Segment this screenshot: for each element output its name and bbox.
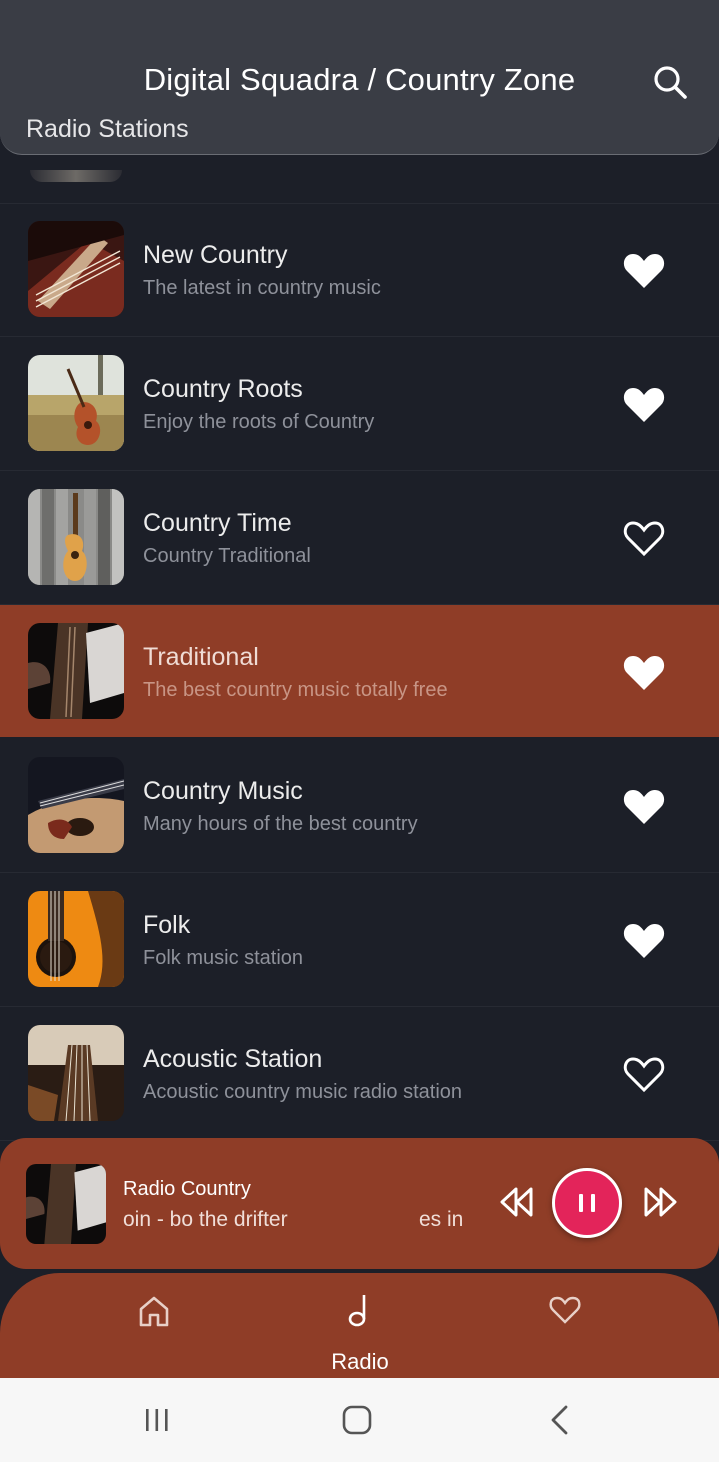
station-row-acoustic-station[interactable]: Acoustic Station Acoustic country music … [0,1007,719,1141]
app-header: Digital Squadra / Country Zone Radio Sta… [0,0,719,155]
station-thumbnail [28,1025,124,1121]
mini-player[interactable]: Radio Country oin - bo the drifter es in [0,1138,719,1269]
station-title: Traditional [143,643,259,671]
now-playing-artwork [26,1164,106,1244]
nav-tab-radio[interactable]: Radio [316,1293,404,1389]
station-thumbnail [28,757,124,853]
back-icon[interactable] [548,1404,572,1436]
station-row-country-roots[interactable]: Country Roots Enjoy the roots of Country [0,337,719,471]
station-thumbnail [28,489,124,585]
favorite-heart-filled-icon[interactable] [622,384,666,424]
station-row-country-music[interactable]: Country Music Many hours of the best cou… [0,739,719,873]
favorite-heart-outline-icon[interactable] [622,1054,666,1094]
rewind-icon[interactable] [498,1186,536,1218]
pause-button[interactable] [552,1168,622,1238]
station-thumbnail [28,623,124,719]
station-row-new-country[interactable]: New Country The latest in country music [0,203,719,337]
station-title: Acoustic Station [143,1045,323,1073]
now-playing-track: oin - bo the drifter [123,1208,288,1231]
fast-forward-icon[interactable] [641,1186,679,1218]
station-subtitle: Many hours of the best country [143,813,418,835]
favorite-heart-outline-icon[interactable] [622,518,666,558]
home-circle-icon[interactable] [341,1404,373,1436]
station-row-folk[interactable]: Folk Folk music station [0,873,719,1007]
home-icon[interactable] [136,1293,172,1329]
section-title: Radio Stations [26,115,189,143]
app-title: Digital Squadra / Country Zone [143,62,576,97]
favorite-heart-filled-icon[interactable] [622,786,666,826]
recents-icon[interactable] [143,1406,171,1434]
station-thumbnail [28,355,124,451]
station-subtitle: The latest in country music [143,277,381,299]
favorite-heart-filled-icon[interactable] [622,920,666,960]
favorite-heart-filled-icon[interactable] [622,250,666,290]
station-title: New Country [143,241,288,269]
now-playing-station: Radio Country [123,1178,251,1200]
station-subtitle: Folk music station [143,947,304,969]
pause-icon [579,1194,595,1212]
search-icon[interactable] [652,64,688,100]
now-playing-track-continued: es in [419,1208,464,1231]
music-note-icon [348,1295,366,1327]
station-title: Country Roots [143,375,303,403]
system-navigation-bar [0,1378,719,1462]
station-title: Country Time [143,509,292,537]
heart-icon[interactable] [548,1295,582,1325]
station-subtitle: The best country music totally free [143,679,448,701]
nav-tab-label: Radio [331,1349,389,1374]
station-thumbnail [28,221,124,317]
station-row-traditional[interactable]: Traditional The best country music total… [0,605,719,737]
station-row-country-time[interactable]: Country Time Country Traditional [0,471,719,605]
station-thumbnail [30,170,122,182]
station-title: Country Music [143,777,303,805]
station-thumbnail [28,891,124,987]
favorite-heart-filled-icon[interactable] [622,652,666,692]
station-title: Folk [143,911,191,939]
now-playing-marquee: oin - bo the drifter es in [123,1208,465,1238]
station-subtitle: Acoustic country music radio station [143,1081,463,1103]
station-subtitle: Enjoy the roots of Country [143,411,375,433]
station-subtitle: Country Traditional [143,545,311,567]
